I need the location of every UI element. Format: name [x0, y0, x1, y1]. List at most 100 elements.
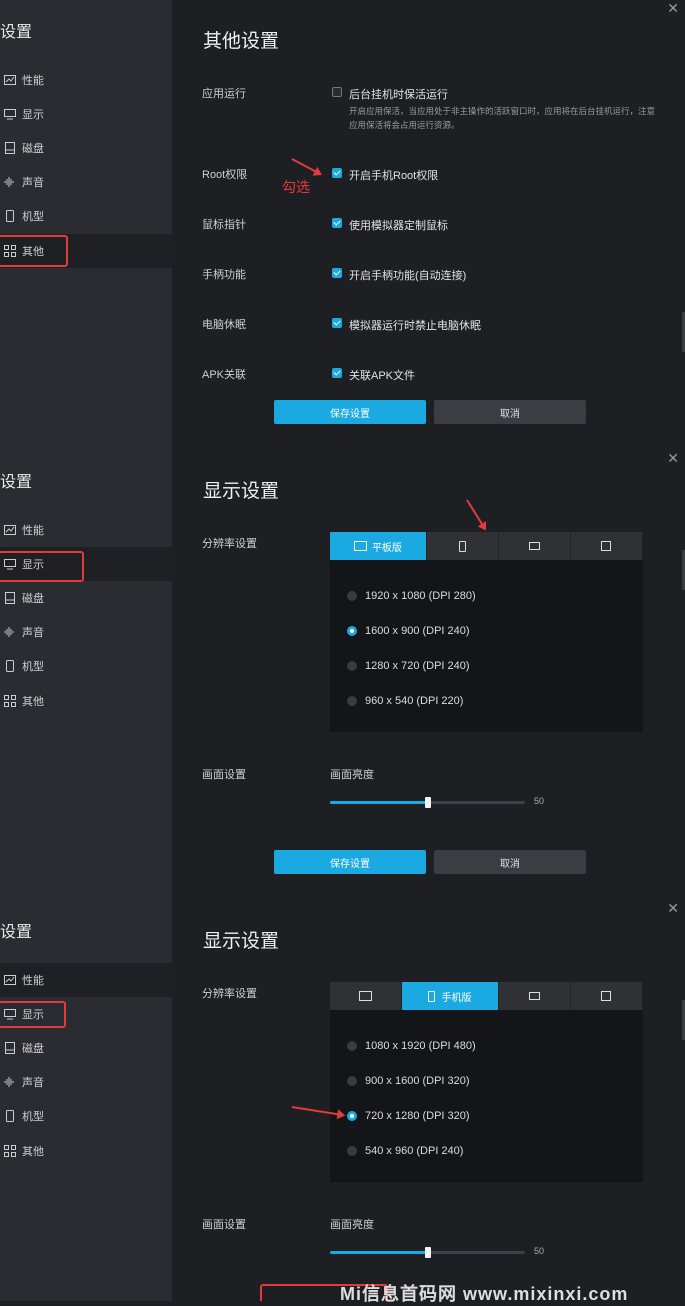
resolution-option[interactable]: 540 x 960 (DPI 240) — [347, 1145, 463, 1157]
edit-icon — [601, 991, 612, 1001]
sound-wave-icon — [4, 626, 16, 638]
close-icon[interactable]: ✕ — [667, 0, 679, 17]
sidebar-item-label: 性能 — [22, 75, 44, 87]
page-title: 其他设置 — [203, 31, 280, 52]
content-area: 显示设置 ✕ 分辨率设置 平板版 1920 x 1080 (DPI 280) 1… — [172, 450, 685, 900]
sidebar-item-label: 显示 — [22, 109, 44, 121]
tab-phone[interactable]: 手机版 — [402, 982, 499, 1010]
tab-phone[interactable] — [427, 532, 499, 560]
screen-settings-label: 画面设置 — [202, 1219, 246, 1231]
slider-handle[interactable] — [424, 1247, 431, 1258]
resolution-option[interactable]: 960 x 540 (DPI 220) — [347, 695, 463, 707]
sidebar-item-disk[interactable]: 磁盘 — [0, 581, 172, 615]
settings-panel-display-phone: 设置 性能 显示 磁盘 声音 机型 其他 显示设置 ✕ 分辨率设置 手机版 10… — [0, 900, 685, 1301]
monitor-icon — [4, 108, 16, 120]
tab-desktop[interactable] — [499, 982, 571, 1010]
radio-button[interactable] — [347, 661, 357, 671]
sidebar-item-other[interactable]: 其他 — [0, 1134, 172, 1168]
sidebar-item-model[interactable]: 机型 — [0, 649, 172, 683]
tab-tablet[interactable]: 平板版 — [330, 532, 427, 560]
chart-icon — [4, 74, 16, 86]
tab-custom[interactable] — [571, 532, 643, 560]
checkbox-mouse[interactable] — [332, 218, 342, 228]
checkbox-apk[interactable] — [332, 368, 342, 378]
phone-icon — [4, 210, 16, 222]
brightness-slider[interactable] — [330, 1247, 525, 1258]
sidebar-item-model[interactable]: 机型 — [0, 1099, 172, 1133]
close-icon[interactable]: ✕ — [667, 450, 679, 467]
radio-button[interactable] — [347, 591, 357, 601]
checkbox-root[interactable] — [332, 168, 342, 178]
sidebar-item-model[interactable]: 机型 — [0, 199, 172, 233]
row-label: 电脑休眠 — [202, 319, 246, 331]
annotation-arrow — [466, 499, 486, 530]
sound-wave-icon — [4, 176, 16, 188]
resolution-label: 900 x 1600 (DPI 320) — [365, 1075, 470, 1087]
monitor-icon — [528, 542, 540, 550]
row-label: APK关联 — [202, 369, 247, 381]
sidebar-item-label: 性能 — [22, 975, 44, 987]
brightness-value: 50 — [534, 1246, 545, 1256]
disk-icon — [4, 142, 16, 154]
cancel-button[interactable]: 取消 — [434, 400, 586, 424]
radio-button[interactable] — [347, 1111, 357, 1121]
radio-button[interactable] — [347, 1041, 357, 1051]
edit-icon — [601, 541, 612, 551]
checkbox-label: 开启手柄功能(自动连接) — [349, 270, 467, 282]
resolution-mode-tabs: 手机版 — [330, 982, 643, 1010]
row-label: 鼠标指针 — [202, 219, 246, 231]
brightness-slider[interactable] — [330, 797, 525, 808]
radio-button[interactable] — [347, 696, 357, 706]
sidebar-item-other[interactable]: 其他 — [0, 684, 172, 718]
tab-desktop[interactable] — [499, 532, 571, 560]
settings-panel-display-tablet: 设置 性能 显示 磁盘 声音 机型 其他 显示设置 ✕ 分辨率设置 平板版 19… — [0, 450, 685, 900]
sidebar-item-label: 其他 — [22, 696, 44, 708]
sidebar-item-disk[interactable]: 磁盘 — [0, 1031, 172, 1065]
resolution-label: 720 x 1280 (DPI 320) — [365, 1110, 470, 1122]
close-icon[interactable]: ✕ — [667, 900, 679, 917]
sidebar-item-sound[interactable]: 声音 — [0, 1065, 172, 1099]
resolution-option[interactable]: 720 x 1280 (DPI 320) — [347, 1110, 470, 1122]
radio-button[interactable] — [347, 1076, 357, 1086]
slider-fill — [330, 1251, 428, 1254]
radio-button[interactable] — [347, 1146, 357, 1156]
sidebar-title: 设置 — [0, 924, 33, 941]
checkbox-keep-alive[interactable] — [332, 87, 342, 97]
checkbox-label: 使用模拟器定制鼠标 — [349, 220, 448, 232]
chart-icon — [4, 974, 16, 986]
checkbox-gamepad[interactable] — [332, 268, 342, 278]
cancel-button[interactable]: 取消 — [434, 850, 586, 874]
slider-handle[interactable] — [424, 797, 431, 808]
sidebar-item-performance[interactable]: 性能 — [0, 63, 172, 97]
sidebar-item-performance[interactable]: 性能 — [0, 963, 172, 997]
annotation-arrow — [291, 158, 321, 175]
row-label: Root权限 — [202, 169, 248, 181]
sidebar-item-sound[interactable]: 声音 — [0, 165, 172, 199]
resolution-label: 1280 x 720 (DPI 240) — [365, 660, 470, 672]
radio-button[interactable] — [347, 626, 357, 636]
save-button[interactable]: 保存设置 — [274, 850, 426, 874]
resolution-option[interactable]: 1920 x 1080 (DPI 280) — [347, 590, 476, 602]
sidebar-item-label: 机型 — [22, 1111, 44, 1123]
resolution-option[interactable]: 900 x 1600 (DPI 320) — [347, 1075, 470, 1087]
sidebar-title: 设置 — [0, 24, 33, 41]
resolution-option[interactable]: 1080 x 1920 (DPI 480) — [347, 1040, 476, 1052]
phone-icon — [458, 540, 466, 552]
sidebar-item-performance[interactable]: 性能 — [0, 513, 172, 547]
tab-label: 手机版 — [441, 992, 472, 1004]
tab-custom[interactable] — [571, 982, 643, 1010]
resolution-option[interactable]: 1600 x 900 (DPI 240) — [347, 625, 470, 637]
sidebar-item-sound[interactable]: 声音 — [0, 615, 172, 649]
checkbox-sleep[interactable] — [332, 318, 342, 328]
grid-icon — [4, 1145, 16, 1157]
sidebar-item-display[interactable]: 显示 — [0, 97, 172, 131]
sidebar-item-label: 机型 — [22, 661, 44, 673]
sidebar-item-label: 其他 — [22, 1146, 44, 1158]
brightness-label: 画面亮度 — [330, 1219, 374, 1231]
tab-tablet[interactable] — [330, 982, 403, 1010]
resolution-list: 1920 x 1080 (DPI 280) 1600 x 900 (DPI 24… — [330, 560, 643, 732]
save-button[interactable]: 保存设置 — [274, 400, 426, 424]
sidebar-item-disk[interactable]: 磁盘 — [0, 131, 172, 165]
sidebar-item-label: 磁盘 — [22, 143, 44, 155]
resolution-option[interactable]: 1280 x 720 (DPI 240) — [347, 660, 470, 672]
